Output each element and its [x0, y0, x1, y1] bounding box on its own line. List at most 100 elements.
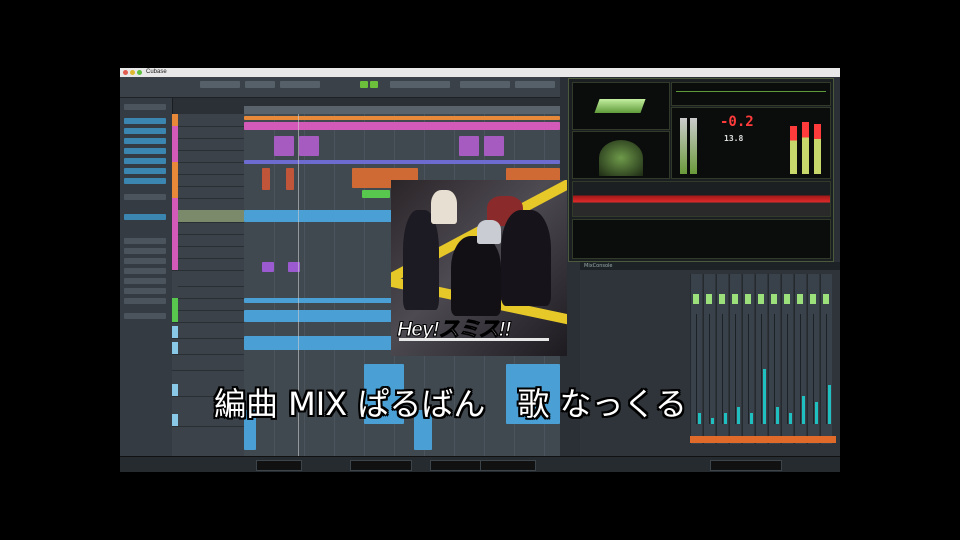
inspector-item[interactable]: [124, 104, 166, 110]
track-header[interactable]: [172, 342, 244, 355]
inspector-item[interactable]: [124, 248, 166, 254]
transport-display[interactable]: [480, 460, 536, 471]
inspector-item[interactable]: [124, 128, 166, 134]
inspector-panel: [120, 98, 173, 456]
inspector-item[interactable]: [124, 148, 166, 154]
inspector-item[interactable]: [124, 313, 166, 319]
timeline-ruler[interactable]: [244, 106, 560, 114]
channel-fader[interactable]: [800, 314, 801, 424]
inspector-item[interactable]: [124, 268, 166, 274]
inspector-item[interactable]: [124, 214, 166, 220]
midi-clip[interactable]: [286, 168, 294, 190]
inspector-item[interactable]: [124, 194, 166, 200]
channel-led: [719, 294, 725, 304]
inspector-item[interactable]: [124, 178, 166, 184]
channel-vu-meter: [698, 413, 701, 424]
midi-clip[interactable]: [299, 136, 319, 156]
channel-vu-meter: [724, 413, 727, 424]
app-name[interactable]: Cubase: [146, 68, 167, 77]
inspector-item[interactable]: [124, 168, 166, 174]
channel-fader[interactable]: [826, 314, 827, 424]
track-header[interactable]: [172, 326, 244, 339]
channel-vu-meter: [828, 385, 831, 424]
cover-subtitle-bar: [399, 338, 549, 341]
channel-led: [784, 294, 790, 304]
channel-led: [771, 294, 777, 304]
toolbar-button[interactable]: [245, 81, 275, 88]
mixer-channel-strip[interactable]: [703, 274, 715, 444]
minimize-icon[interactable]: [130, 70, 135, 75]
toolbar-toggle[interactable]: [370, 81, 378, 88]
channel-fader[interactable]: [761, 314, 762, 424]
toolbar-toggle[interactable]: [360, 81, 368, 88]
inspector-item[interactable]: [124, 158, 166, 164]
channel-fader[interactable]: [709, 314, 710, 424]
project-toolbar: [120, 77, 560, 98]
transport-display[interactable]: [350, 460, 412, 471]
midi-clip[interactable]: [262, 168, 270, 190]
channel-vu-meter: [750, 413, 753, 424]
inspector-item[interactable]: [124, 258, 166, 264]
window-controls[interactable]: [123, 70, 142, 75]
channel-led: [810, 294, 816, 304]
mixer-channel-strip[interactable]: [781, 274, 793, 444]
mixer-channel-strip[interactable]: [716, 274, 728, 444]
audio-clip[interactable]: [362, 190, 390, 198]
album-cover: Hey!スミス!!: [391, 180, 567, 356]
inspector-item[interactable]: [124, 288, 166, 294]
zoom-icon[interactable]: [137, 70, 142, 75]
channel-fader[interactable]: [774, 314, 775, 424]
mixer-channel-strip[interactable]: [820, 274, 832, 444]
mixer-channel-strip[interactable]: [742, 274, 754, 444]
meter-3d-view: [572, 82, 670, 130]
toolbar-button[interactable]: [200, 81, 240, 88]
mixer-channel-strip[interactable]: [729, 274, 741, 444]
inspector-item[interactable]: [124, 278, 166, 284]
midi-clip[interactable]: [484, 136, 504, 156]
mixer-channel-strip[interactable]: [755, 274, 767, 444]
close-icon[interactable]: [123, 70, 128, 75]
channel-led: [706, 294, 712, 304]
inspector-item[interactable]: [124, 118, 166, 124]
track-header[interactable]: [172, 258, 244, 271]
mixer-channel-strip[interactable]: [794, 274, 806, 444]
channel-fader[interactable]: [748, 314, 749, 424]
meter-readout-panel: -0.2 13.8: [671, 107, 831, 179]
toolbar-button[interactable]: [390, 81, 450, 88]
channel-vu-meter: [789, 413, 792, 424]
midi-clip[interactable]: [274, 136, 294, 156]
midi-clip[interactable]: [244, 122, 560, 130]
toolbar-button[interactable]: [280, 81, 320, 88]
midi-clip[interactable]: [459, 136, 479, 156]
toolbar-button[interactable]: [515, 81, 555, 88]
channel-led: [758, 294, 764, 304]
midi-clip[interactable]: [262, 262, 274, 272]
midi-clip[interactable]: [244, 160, 560, 164]
channel-fader[interactable]: [696, 314, 697, 424]
track-header[interactable]: [172, 358, 244, 371]
transport-display[interactable]: [710, 460, 782, 471]
mixer-channel-strip[interactable]: [768, 274, 780, 444]
marker-track-clip[interactable]: [244, 116, 560, 120]
channel-fader[interactable]: [735, 314, 736, 424]
channel-fader[interactable]: [813, 314, 814, 424]
meter-loudness-graph: [572, 181, 831, 217]
channel-fader[interactable]: [722, 314, 723, 424]
channel-led: [823, 294, 829, 304]
channel-vu-meter: [776, 407, 779, 424]
channel-fader[interactable]: [787, 314, 788, 424]
inspector-item[interactable]: [124, 238, 166, 244]
channel-vu-meter: [802, 396, 805, 424]
inspector-item[interactable]: [124, 298, 166, 304]
transport-display[interactable]: [430, 460, 482, 471]
channel-led: [745, 294, 751, 304]
transport-bar: [120, 456, 840, 472]
meter-controls[interactable]: [572, 219, 831, 259]
mix-console: MixConsole: [580, 262, 840, 456]
transport-display[interactable]: [256, 460, 302, 471]
toolbar-button[interactable]: [460, 81, 510, 88]
mixer-channel-strip[interactable]: [807, 274, 819, 444]
mixer-channel-strip[interactable]: [690, 274, 702, 444]
inspector-item[interactable]: [124, 138, 166, 144]
track-header[interactable]: [172, 310, 244, 323]
